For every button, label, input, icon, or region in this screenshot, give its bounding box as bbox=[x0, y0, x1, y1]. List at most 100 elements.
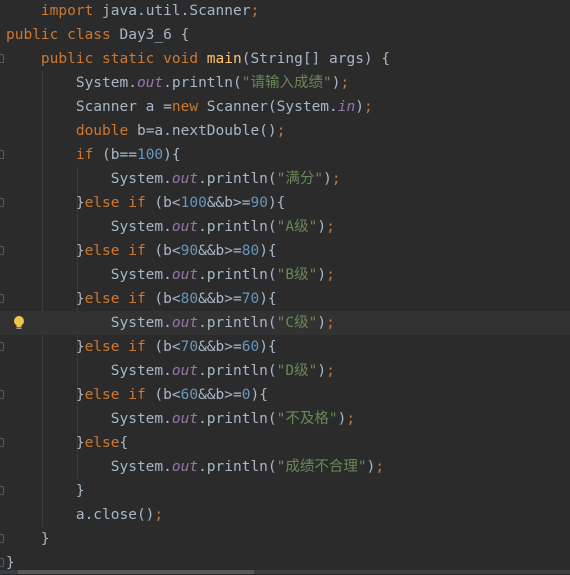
code-token: 60 bbox=[241, 339, 260, 355]
fold-close-icon[interactable] bbox=[0, 335, 6, 359]
code-token: ) bbox=[323, 171, 332, 187]
code-token: (b< bbox=[145, 243, 181, 259]
code-token: (b< bbox=[145, 387, 181, 403]
code-token: System. bbox=[6, 267, 172, 283]
code-token: (b< bbox=[145, 339, 181, 355]
code-line[interactable]: }else if (b<70&&b>=60){ bbox=[0, 335, 570, 359]
code-line[interactable]: System.out.println("成绩不合理"); bbox=[0, 455, 570, 479]
horizontal-scrollbar[interactable] bbox=[0, 570, 570, 574]
code-token: System. bbox=[6, 363, 172, 379]
code-token: b=a.nextDouble() bbox=[128, 123, 277, 139]
code-token: (b< bbox=[145, 195, 181, 211]
code-token: 80 bbox=[241, 243, 260, 259]
code-line[interactable]: System.out.println("满分"); bbox=[0, 167, 570, 191]
code-token: } bbox=[6, 531, 50, 547]
code-line[interactable]: System.out.println("A级"); bbox=[0, 215, 570, 239]
code-line[interactable]: public static void main(String[] args) { bbox=[0, 47, 570, 71]
code-token: ) bbox=[317, 315, 327, 331]
code-line[interactable]: } bbox=[0, 527, 570, 551]
scrollbar-thumb[interactable] bbox=[18, 570, 254, 574]
fold-marker-shape bbox=[0, 342, 4, 351]
code-token: .println( bbox=[198, 219, 277, 235]
fold-open-icon[interactable] bbox=[0, 143, 6, 167]
code-line[interactable]: public class Day3_6 { bbox=[0, 23, 570, 47]
code-token: &&b>= bbox=[198, 243, 242, 259]
code-line[interactable]: double b=a.nextDouble(); bbox=[0, 119, 570, 143]
code-token: (b== bbox=[93, 147, 137, 163]
code-token: else bbox=[84, 435, 120, 451]
lightbulb-icon[interactable] bbox=[13, 315, 25, 331]
code-token: "请输入成绩" bbox=[241, 75, 332, 91]
code-token: java.util.Scanner bbox=[93, 3, 251, 19]
fold-close-icon[interactable] bbox=[0, 287, 6, 311]
fold-close-icon[interactable] bbox=[0, 191, 6, 215]
code-token: &&b>= bbox=[198, 339, 242, 355]
code-line[interactable]: if (b==100){ bbox=[0, 143, 570, 167]
code-token: .println( bbox=[198, 315, 277, 331]
fold-open-icon[interactable] bbox=[0, 47, 6, 71]
fold-close-icon[interactable] bbox=[0, 383, 6, 407]
code-token: else if bbox=[84, 339, 146, 355]
code-token: System. bbox=[6, 315, 172, 331]
code-line[interactable]: }else if (b<60&&b>=0){ bbox=[0, 383, 570, 407]
code-token: Scanner(System. bbox=[198, 99, 338, 115]
code-line[interactable]: a.close(); bbox=[0, 503, 570, 527]
code-token: ; bbox=[326, 219, 335, 235]
code-text: }else if (b<60&&b>=0){ bbox=[6, 383, 268, 407]
code-text: } bbox=[6, 527, 50, 551]
code-line[interactable]: System.out.println("D级"); bbox=[0, 359, 570, 383]
code-line[interactable]: Scanner a =new Scanner(System.in); bbox=[0, 95, 570, 119]
code-line[interactable]: }else if (b<90&&b>=80){ bbox=[0, 239, 570, 263]
code-token: .println( bbox=[198, 267, 277, 283]
code-token: a.close() bbox=[6, 507, 155, 523]
code-token: .println( bbox=[198, 411, 277, 427]
code-token: ; bbox=[340, 75, 350, 91]
code-token: ){ bbox=[259, 339, 277, 355]
code-token: &&b>= bbox=[198, 291, 242, 307]
code-token: (String[] args) { bbox=[241, 51, 391, 67]
code-token: Day3_6 { bbox=[110, 27, 190, 43]
code-line[interactable]: System.out.println("不及格"); bbox=[0, 407, 570, 431]
code-token: out bbox=[171, 459, 199, 475]
code-token: else if bbox=[84, 243, 146, 259]
code-token: ){ bbox=[267, 195, 286, 211]
code-line[interactable]: }else if (b<100&&b>=90){ bbox=[0, 191, 570, 215]
fold-close-icon[interactable] bbox=[0, 431, 6, 455]
fold-close-icon[interactable] bbox=[0, 239, 6, 263]
code-token: 60 bbox=[180, 387, 199, 403]
code-token: public class bbox=[6, 27, 111, 43]
code-token: ){ bbox=[250, 387, 268, 403]
code-token: ; bbox=[250, 3, 260, 19]
code-token: 100 bbox=[180, 195, 207, 211]
code-text: a.close(); bbox=[6, 503, 163, 527]
code-token: public static void bbox=[40, 51, 199, 67]
code-line[interactable]: }else{ bbox=[0, 431, 570, 455]
code-token: out bbox=[171, 267, 199, 283]
fold-marker-shape bbox=[0, 294, 4, 303]
code-token: in bbox=[337, 99, 356, 115]
code-token: ; bbox=[276, 123, 286, 139]
code-editor[interactable]: import java.util.Scanner; public class Da… bbox=[0, 0, 570, 574]
code-line[interactable]: }else if (b<80&&b>=70){ bbox=[0, 287, 570, 311]
code-token: System. bbox=[6, 171, 172, 187]
code-token: "C级" bbox=[276, 315, 318, 331]
code-token: 80 bbox=[180, 291, 199, 307]
code-token: System. bbox=[6, 219, 172, 235]
code-line[interactable]: System.out.println("请输入成绩"); bbox=[0, 71, 570, 95]
code-token: "不及格" bbox=[276, 411, 338, 427]
code-text: System.out.println("A级"); bbox=[6, 215, 335, 239]
code-line[interactable]: } bbox=[0, 479, 570, 503]
code-token: (b< bbox=[145, 291, 181, 307]
code-line[interactable]: import java.util.Scanner; bbox=[0, 0, 570, 23]
fold-close-icon[interactable] bbox=[0, 527, 6, 551]
code-token: ){ bbox=[259, 243, 277, 259]
code-line[interactable]: System.out.println("B级"); bbox=[0, 263, 570, 287]
fold-close-icon[interactable] bbox=[0, 479, 6, 503]
code-token: } bbox=[6, 243, 85, 259]
fold-marker-shape bbox=[0, 54, 4, 63]
code-token: "满分" bbox=[276, 171, 324, 187]
code-text: public static void main(String[] args) { bbox=[6, 47, 390, 71]
code-line-current[interactable]: System.out.println("C级"); bbox=[0, 311, 570, 335]
